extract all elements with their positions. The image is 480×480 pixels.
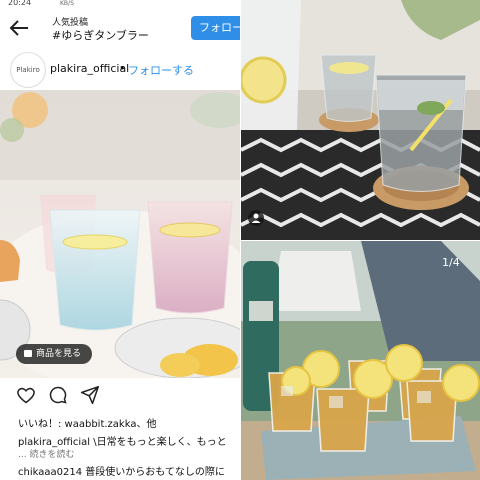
image-counter: 1/4 xyxy=(442,256,460,269)
shop-products-button[interactable]: 商品を見る xyxy=(16,344,92,364)
bag-icon xyxy=(24,350,32,357)
account-name[interactable]: plakira_official xyxy=(50,62,129,75)
caption-text: \日常をもっと楽しく、もっと xyxy=(90,437,227,448)
page-title: #ゆらぎタンブラー xyxy=(52,29,149,42)
share-icon[interactable] xyxy=(80,385,100,405)
status-time: 20:24 xyxy=(8,0,32,7)
follow-link[interactable]: フォローする xyxy=(128,62,194,78)
comment-user[interactable]: chikaaa0214 xyxy=(18,467,82,478)
separator-dot: • xyxy=(119,62,126,75)
caption: plakira_official \日常をもっと楽しく、もっと xyxy=(18,433,227,448)
post-photo[interactable] xyxy=(0,90,240,378)
comment-icon[interactable] xyxy=(48,385,68,405)
instagram-post-screen: 20:24 KB/S 人気投稿 #ゆらぎタンブラー フォロー Plakiro p… xyxy=(0,0,240,480)
gallery-photo-iced-tea-glasses[interactable] xyxy=(241,241,480,480)
read-more-link[interactable]: ... 続きを読む xyxy=(18,447,74,460)
shop-button-label: 商品を見る xyxy=(36,349,82,359)
status-bar: 20:24 KB/S xyxy=(0,0,240,10)
avatar[interactable]: Plakiro xyxy=(10,52,46,88)
status-network-speed: KB/S xyxy=(60,0,74,7)
heart-icon[interactable] xyxy=(16,385,36,405)
gallery-photo-tumblers-coaster[interactable] xyxy=(241,0,480,240)
comment-row: chikaaa0214 普段使いからおもてなしの際に xyxy=(18,463,225,478)
likes-text[interactable]: いいね！: waabbit.zakka、他 xyxy=(18,415,156,430)
back-arrow-icon[interactable] xyxy=(8,18,34,40)
comment-text: 普段使いからおもてなしの際に xyxy=(82,467,225,478)
follow-button[interactable]: フォロー xyxy=(191,16,240,40)
person-tag-icon[interactable] xyxy=(248,210,264,226)
